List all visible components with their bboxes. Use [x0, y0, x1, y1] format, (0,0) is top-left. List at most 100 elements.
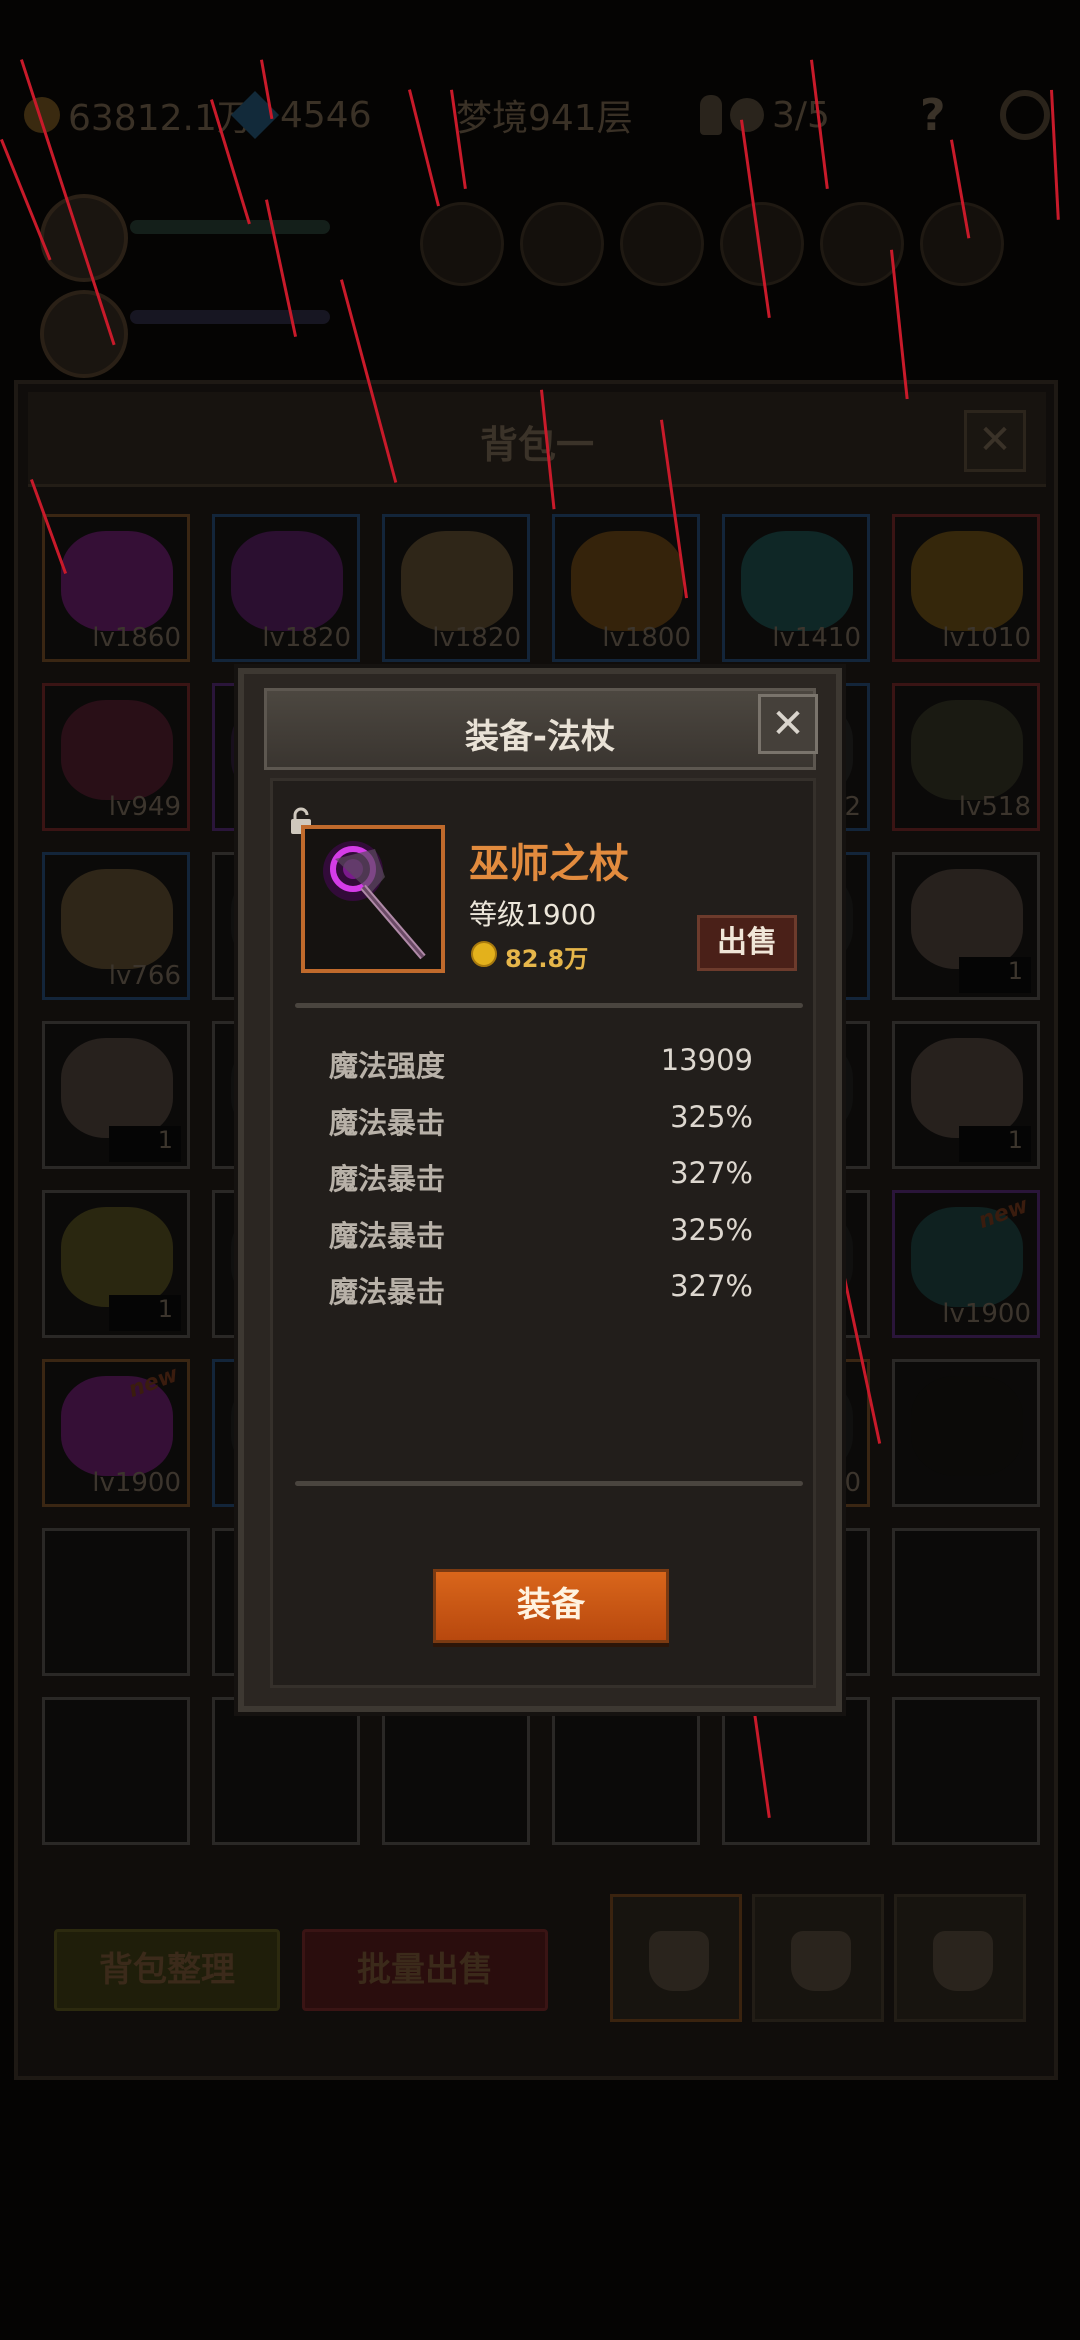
dialog-body: 巫师之杖 等级1900 82.8万 出售 魔法强度 13909 魔法暴击 325% 魔法… — [270, 778, 816, 1688]
inventory-slot[interactable]: lv1900 new — [42, 1359, 190, 1507]
divider — [295, 1003, 803, 1008]
item-icon — [911, 869, 1023, 969]
backpack-icon — [933, 1931, 993, 1991]
inventory-close-button[interactable]: ✕ — [964, 410, 1026, 472]
stat-label: 魔法强度 — [329, 1049, 446, 1083]
item-icon — [741, 531, 853, 631]
item-icon — [61, 531, 173, 631]
stat-value: 13909 — [660, 1043, 753, 1077]
top-resource-bar: 63812.1万 4546 梦境941层 3/5 — [0, 70, 1080, 160]
stat-label: 魔法暴击 — [329, 1218, 446, 1253]
dialog-title: 装备-法杖 — [464, 717, 616, 757]
divider — [295, 1481, 803, 1486]
backpack-icon — [649, 1931, 709, 1991]
item-icon — [231, 531, 343, 631]
inventory-slot[interactable]: lv1900 new — [892, 1190, 1040, 1338]
gem-counter: 4546 — [230, 90, 372, 140]
item-icon — [911, 700, 1023, 800]
key-icon — [700, 95, 722, 135]
hero-hp-bar — [130, 220, 330, 234]
bag-tab-2[interactable] — [752, 1894, 884, 2022]
inventory-slot[interactable]: 1 — [892, 1021, 1040, 1169]
inventory-slot[interactable] — [722, 1697, 870, 1845]
equip-button[interactable]: 装备 — [433, 1569, 669, 1643]
inventory-slot[interactable]: 1 — [42, 1190, 190, 1338]
inventory-slot[interactable] — [892, 1697, 1040, 1845]
sort-bag-button[interactable]: 背包整理 — [54, 1929, 280, 2011]
inventory-slot[interactable]: lv1820 — [212, 514, 360, 662]
item-count-label: 1 — [109, 1126, 181, 1162]
inventory-slot[interactable]: lv1860 — [42, 514, 190, 662]
item-price: 82.8万 — [505, 945, 589, 973]
pet-hp-bar — [130, 310, 330, 324]
item-count-label: 1 — [959, 957, 1031, 993]
item-level-label: lv766 — [108, 961, 181, 991]
coin-icon — [471, 941, 497, 967]
stat-label: 魔法暴击 — [329, 1105, 446, 1140]
item-count-label: 1 — [109, 1295, 181, 1331]
help-icon[interactable]: ? — [920, 90, 970, 141]
item-level-label: lv1010 — [942, 623, 1031, 653]
inventory-slot[interactable] — [212, 1697, 360, 1845]
inventory-slot[interactable]: lv1410 — [722, 514, 870, 662]
inventory-slot[interactable] — [42, 1528, 190, 1676]
pet-avatar[interactable] — [40, 290, 128, 378]
inventory-slot[interactable]: 1 — [42, 1021, 190, 1169]
bag-tab-3[interactable] — [894, 1894, 1026, 2022]
item-icon — [911, 1038, 1023, 1138]
item-level-label: lv1820 — [432, 623, 521, 653]
stage-label: 梦境941层 — [456, 98, 633, 139]
inventory-slot[interactable] — [892, 1359, 1040, 1507]
skull-icon — [730, 98, 764, 132]
inventory-slot[interactable] — [552, 1697, 700, 1845]
backpack-icon — [791, 1931, 851, 1991]
skill-slot[interactable] — [520, 202, 604, 286]
item-icon — [911, 1376, 1023, 1476]
item-level-label: lv1820 — [262, 623, 351, 653]
inventory-slot[interactable] — [382, 1697, 530, 1845]
inventory-slot[interactable] — [42, 1697, 190, 1845]
gold-counter: 63812.1万 — [24, 89, 253, 141]
inventory-header: 背包一 ✕ — [28, 392, 1046, 487]
gold-amount: 63812.1万 — [68, 98, 253, 139]
item-icon-frame — [301, 825, 445, 973]
item-icon — [61, 1207, 173, 1307]
inventory-slot[interactable]: 1 — [892, 852, 1040, 1000]
item-level-label: lv1410 — [772, 623, 861, 653]
stage-indicator: 梦境941层 — [456, 89, 633, 141]
inventory-slot[interactable]: lv518 — [892, 683, 1040, 831]
key-counter: 3/5 — [700, 95, 830, 136]
stat-value: 325% — [670, 1099, 753, 1134]
skill-slot[interactable] — [620, 202, 704, 286]
item-icon — [571, 531, 683, 631]
item-level-label: lv518 — [958, 792, 1031, 822]
item-icon — [61, 700, 173, 800]
item-level-label: 2 — [844, 792, 861, 822]
skill-slot[interactable] — [920, 202, 1004, 286]
hero-avatar[interactable] — [40, 194, 128, 282]
equipment-dialog: 装备-法杖 ✕ 巫师之杖 等级1900 82.8万 出售 魔法强度 13909 魔法… — [238, 668, 842, 1712]
bulk-sell-button[interactable]: 批量出售 — [302, 1929, 548, 2011]
stat-value: 327% — [670, 1269, 753, 1303]
gem-amount: 4546 — [280, 94, 372, 136]
item-name: 巫师之杖 — [469, 841, 629, 887]
gear-icon[interactable] — [1000, 90, 1050, 140]
inventory-slot[interactable]: lv766 — [42, 852, 190, 1000]
stat-label: 魔法暴击 — [329, 1162, 446, 1196]
stat-label: 魔法暴击 — [329, 1275, 446, 1309]
item-count-label: 1 — [959, 1126, 1031, 1162]
item-icon — [61, 869, 173, 969]
inventory-slot[interactable] — [892, 1528, 1040, 1676]
bag-tab-1[interactable] — [610, 1894, 742, 2022]
staff-icon — [323, 841, 426, 960]
skill-slot[interactable] — [420, 202, 504, 286]
inventory-slot[interactable]: lv949 — [42, 683, 190, 831]
inventory-slot[interactable]: lv1010 — [892, 514, 1040, 662]
sell-button[interactable]: 出售 — [697, 915, 797, 971]
inventory-title: 背包一 — [479, 423, 594, 467]
inventory-slot[interactable]: lv1820 — [382, 514, 530, 662]
item-icon — [61, 1038, 173, 1138]
skill-slot[interactable] — [820, 202, 904, 286]
dialog-close-button[interactable]: ✕ — [758, 694, 818, 754]
item-level-label: lv949 — [108, 792, 181, 822]
